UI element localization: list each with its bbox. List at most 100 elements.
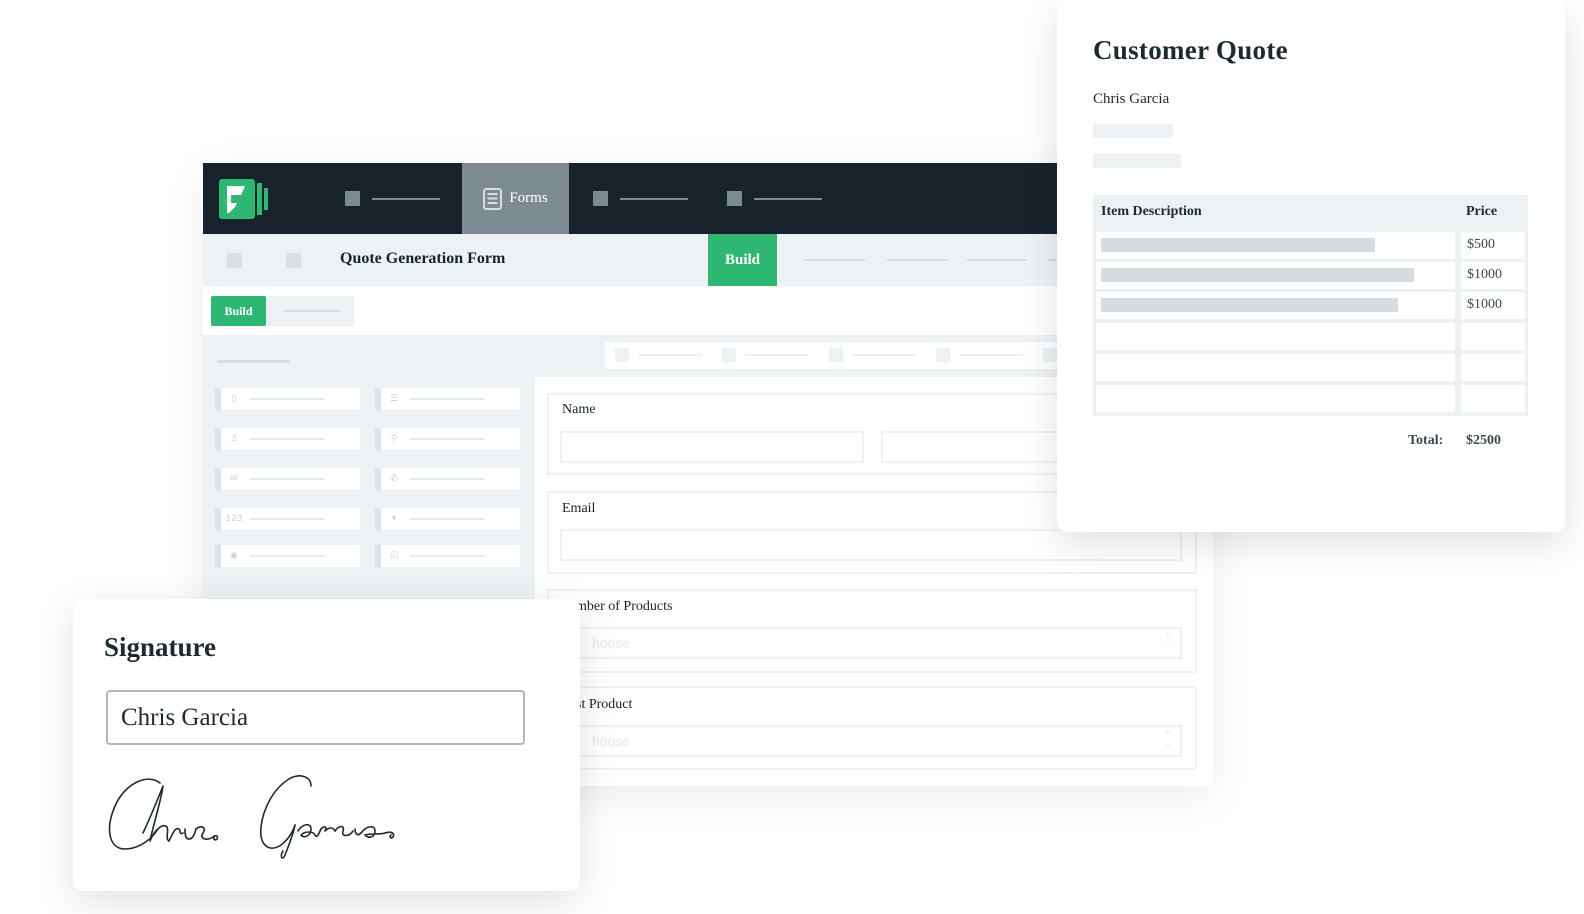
palette-field-button[interactable]: ▾ xyxy=(375,508,520,530)
field-label: st Product xyxy=(576,697,633,712)
drag-handle[interactable] xyxy=(215,428,221,450)
palette-field-button[interactable]: ☑ xyxy=(375,545,520,567)
canvas-tab-icon xyxy=(829,348,843,362)
nav-item-4[interactable] xyxy=(727,163,822,234)
select-placeholder: hoose xyxy=(592,635,631,651)
nav-item-icon xyxy=(593,191,608,206)
drag-handle[interactable] xyxy=(215,508,221,530)
first-product-select[interactable]: hoose ⌃ ⌄ xyxy=(560,725,1182,757)
palette-field-label-placeholder xyxy=(410,555,485,557)
mode-toggle: Build xyxy=(211,296,354,326)
quote-detail-placeholder xyxy=(1093,124,1173,138)
field-label: Name xyxy=(562,402,596,417)
palette-field-label-placeholder xyxy=(250,555,325,557)
settings-icon[interactable] xyxy=(286,253,301,268)
select-placeholder: hoose xyxy=(592,733,631,749)
nav-item-3[interactable] xyxy=(593,163,688,234)
drag-handle[interactable] xyxy=(375,545,381,567)
table-row-price xyxy=(1461,385,1525,412)
nav-item-forms[interactable]: Forms xyxy=(462,163,569,234)
form-document-icon xyxy=(483,187,503,210)
canvas-tab-icon xyxy=(615,348,629,362)
palette-field-button[interactable]: ✉ xyxy=(215,468,360,490)
drag-handle[interactable] xyxy=(375,428,381,450)
drag-handle[interactable] xyxy=(215,545,221,567)
palette-field-button[interactable]: ♙ xyxy=(215,428,360,450)
email-envelope-icon: ✉ xyxy=(230,474,238,484)
description-placeholder-bar xyxy=(1101,268,1414,282)
field-card-first-product[interactable]: st Product hoose ⌃ ⌄ xyxy=(547,686,1197,770)
quote-items-table: Item Description Price $500 $1000 $1000 xyxy=(1093,195,1528,416)
tab-placeholder[interactable] xyxy=(805,259,865,261)
table-header-description: Item Description xyxy=(1101,204,1202,219)
first-name-input[interactable] xyxy=(560,431,864,463)
build-mode-button[interactable]: Build xyxy=(211,296,266,326)
table-row-description xyxy=(1096,323,1455,350)
canvas-tab[interactable] xyxy=(829,348,916,362)
price-value: $500 xyxy=(1467,237,1495,252)
canvas-tab[interactable] xyxy=(615,348,702,362)
palette-field-button[interactable]: ▯ xyxy=(215,388,360,410)
address-pin-icon: ⚲ xyxy=(390,434,398,444)
palette-field-label-placeholder xyxy=(410,438,485,440)
description-placeholder-bar xyxy=(1101,238,1375,252)
field-label: mber of Products xyxy=(576,599,673,614)
palette-field-button[interactable]: ☰ xyxy=(375,388,520,410)
name-person-icon: ♙ xyxy=(229,434,239,444)
drag-handle[interactable] xyxy=(375,388,381,410)
handwritten-signature[interactable] xyxy=(103,771,423,861)
field-label: Email xyxy=(562,501,596,516)
palette-field-button[interactable]: ⚲ xyxy=(375,428,520,450)
table-row-price: $1000 xyxy=(1461,292,1525,319)
table-row-description xyxy=(1096,385,1455,412)
formstack-logo-icon[interactable] xyxy=(219,179,269,219)
quote-title: Customer Quote xyxy=(1093,35,1288,65)
drag-handle[interactable] xyxy=(215,468,221,490)
tab-placeholder[interactable] xyxy=(967,259,1027,261)
price-value: $1000 xyxy=(1467,297,1502,312)
canvas-tab[interactable] xyxy=(936,348,1023,362)
canvas-tab-icon xyxy=(936,348,950,362)
dropdown-icon: ▾ xyxy=(391,514,397,524)
nav-item-icon xyxy=(345,191,360,206)
radio-icon: ◉ xyxy=(230,551,238,561)
tab-build[interactable]: Build xyxy=(708,234,777,286)
paragraph-icon: ☰ xyxy=(389,394,399,404)
palette-field-label-placeholder xyxy=(250,478,325,480)
canvas-tab[interactable] xyxy=(722,348,809,362)
palette-field-label-placeholder xyxy=(410,398,485,400)
short-text-icon: ▯ xyxy=(231,394,237,404)
nav-item-label-placeholder xyxy=(754,197,822,200)
back-icon[interactable] xyxy=(227,253,242,268)
field-card-number-of-products[interactable]: mber of Products hoose ⌃ ⌄ xyxy=(547,589,1197,673)
nav-item-1[interactable] xyxy=(345,163,440,234)
palette-field-button[interactable]: ◉ xyxy=(215,545,360,567)
drag-handle[interactable] xyxy=(375,468,381,490)
total-label: Total: xyxy=(1408,433,1444,448)
tab-placeholder[interactable] xyxy=(887,259,947,261)
table-row-description xyxy=(1096,354,1455,381)
palette-field-button[interactable]: ✆ xyxy=(375,468,520,490)
nav-item-forms-label: Forms xyxy=(509,190,548,206)
mode-option-placeholder[interactable] xyxy=(283,310,341,312)
drag-handle[interactable] xyxy=(215,388,221,410)
signature-name-input[interactable] xyxy=(106,690,525,745)
signature-title: Signature xyxy=(104,632,217,662)
quote-detail-placeholder xyxy=(1093,154,1181,168)
table-row-price xyxy=(1461,323,1525,350)
table-header-price: Price xyxy=(1466,204,1498,219)
email-input[interactable] xyxy=(560,529,1182,561)
nav-item-label-placeholder xyxy=(372,197,440,200)
drag-handle[interactable] xyxy=(375,508,381,530)
canvas-tab-label-placeholder xyxy=(638,354,702,356)
table-row-description xyxy=(1096,232,1455,259)
canvas-tab-icon xyxy=(1043,348,1057,362)
number-of-products-select[interactable]: hoose ⌃ ⌄ xyxy=(560,627,1182,659)
canvas-tab-label-placeholder xyxy=(959,354,1023,356)
palette-field-button[interactable]: 123 xyxy=(215,508,360,530)
checkbox-icon: ☑ xyxy=(389,551,399,561)
price-value: $1000 xyxy=(1467,267,1502,282)
palette-field-label-placeholder xyxy=(250,398,325,400)
customer-quote-card: Customer Quote Chris Garcia Item Descrip… xyxy=(1057,0,1565,532)
quote-customer-name: Chris Garcia xyxy=(1093,91,1170,107)
